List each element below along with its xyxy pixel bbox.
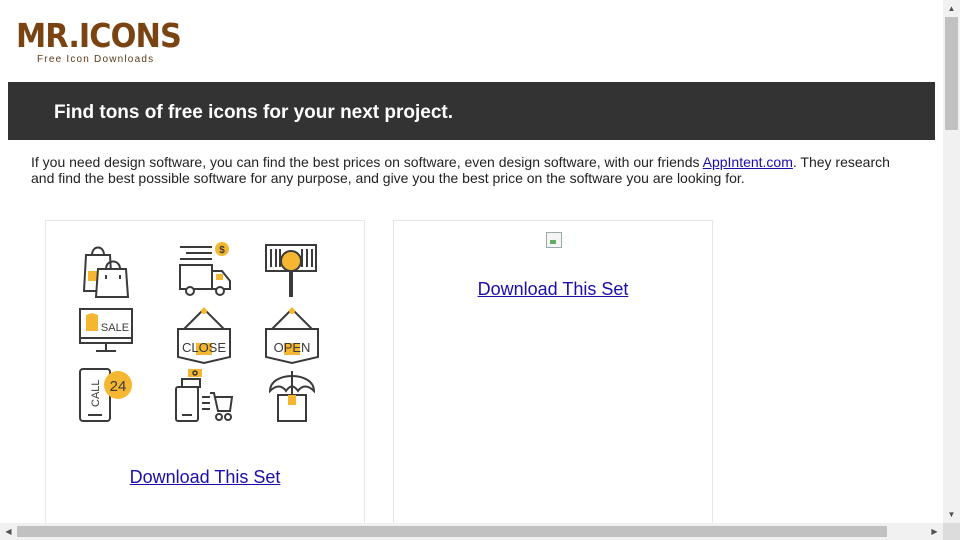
dollar-label: $ (219, 245, 225, 256)
scroll-down-arrow-icon[interactable]: ▼ (943, 506, 960, 523)
shopping-bags-icon (82, 246, 130, 298)
close-sign-icon: CLOSE (177, 307, 231, 365)
scrollbar-corner (943, 523, 960, 540)
open-label: OPEN (274, 340, 311, 355)
intro-text-before: If you need design software, you can fin… (31, 154, 703, 170)
icon-set-card: $ SALE CLOSE OPEN CALL 24 Download This … (45, 220, 365, 523)
barcode-search-icon (265, 244, 317, 297)
vertical-scroll-thumb[interactable] (945, 17, 958, 130)
site-logo[interactable]: MR.ICONS Free Icon Downloads (16, 16, 182, 68)
hours-label: 24 (110, 378, 127, 395)
page-viewport: MR.ICONS Free Icon Downloads Find tons o… (0, 0, 943, 523)
logo-title: MR.ICONS (16, 16, 182, 55)
icon-set-card: Download This Set (393, 220, 713, 523)
close-label: CLOSE (182, 340, 226, 355)
download-set-link[interactable]: Download This Set (46, 467, 364, 488)
hero-banner: Find tons of free icons for your next pr… (8, 82, 935, 140)
appintent-link[interactable]: AppIntent.com (703, 154, 793, 170)
download-set-link[interactable]: Download This Set (394, 279, 712, 300)
umbrella-box-icon (268, 371, 316, 422)
monitor-sale-icon: SALE (79, 308, 133, 352)
sale-label: SALE (101, 322, 129, 334)
call-24-icon: CALL 24 (79, 368, 132, 422)
logo-tagline: Free Icon Downloads (37, 54, 155, 65)
broken-image-icon[interactable] (546, 232, 562, 248)
horizontal-scrollbar[interactable]: ◀ ▶ (0, 523, 943, 540)
scroll-right-arrow-icon[interactable]: ▶ (926, 523, 943, 540)
icon-set-preview[interactable]: $ SALE CLOSE OPEN CALL 24 (76, 241, 336, 425)
intro-paragraph: If you need design software, you can fin… (31, 154, 911, 186)
open-sign-icon: OPEN (265, 307, 319, 365)
call-label: CALL (90, 379, 102, 407)
banner-title: Find tons of free icons for your next pr… (54, 102, 454, 123)
phone-cart-icon (175, 369, 234, 422)
vertical-scrollbar[interactable]: ▲ ▼ (943, 0, 960, 523)
scroll-left-arrow-icon[interactable]: ◀ (0, 523, 17, 540)
scroll-up-arrow-icon[interactable]: ▲ (943, 0, 960, 17)
horizontal-scroll-thumb[interactable] (17, 526, 887, 537)
delivery-truck-icon: $ (179, 242, 231, 296)
